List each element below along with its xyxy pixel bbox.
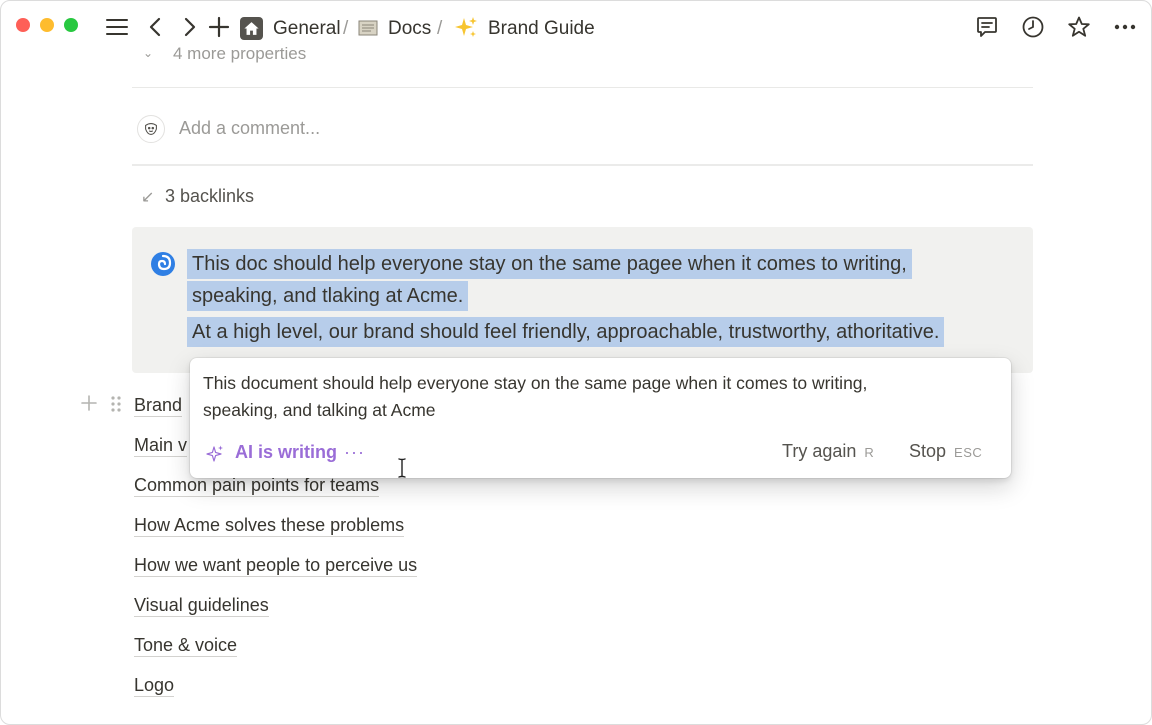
stop-button[interactable]: Stop ESC — [909, 441, 982, 462]
ai-writing-popup: This document should help everyone stay … — [190, 358, 1011, 478]
try-again-button[interactable]: Try again R — [782, 441, 874, 462]
list-item-link[interactable]: Main v — [134, 434, 188, 457]
star-icon[interactable] — [1067, 15, 1091, 39]
clock-icon[interactable] — [1021, 15, 1045, 39]
chevron-right-icon[interactable] — [177, 15, 201, 39]
breadcrumb-general[interactable]: General — [273, 18, 341, 40]
more-properties-label: 4 more properties — [173, 44, 307, 63]
sparkles-icon — [454, 16, 478, 40]
more-horizontal-icon[interactable] — [1113, 15, 1137, 39]
arrow-down-left-icon: ↙ — [141, 189, 155, 206]
plus-icon[interactable] — [207, 15, 231, 39]
comment-input[interactable]: Add a comment... — [179, 118, 320, 139]
ai-suggestion-line: speaking, and talking at Acme — [203, 400, 436, 420]
backlinks-label: 3 backlinks — [165, 186, 255, 206]
more-properties-toggle[interactable]: ⌄ 4 more properties — [131, 41, 431, 63]
list-item-link[interactable]: Visual guidelines — [134, 594, 269, 617]
backlinks-toggle[interactable]: ↙ 3 backlinks — [141, 186, 254, 207]
chevron-left-icon[interactable] — [144, 15, 168, 39]
callout-text-line[interactable]: At a high level, our brand should feel f… — [187, 317, 945, 347]
text-cursor-icon — [397, 457, 407, 479]
ai-suggestion-line: This document should help everyone stay … — [203, 373, 868, 393]
list-item-link[interactable]: Tone & voice — [134, 634, 238, 657]
ai-sparkle-icon — [205, 444, 225, 464]
stop-shortcut: ESC — [954, 445, 983, 460]
add-block-icon[interactable] — [80, 393, 98, 413]
list-item-link[interactable]: How Acme solves these problems — [134, 514, 405, 537]
ai-status-label: AI is writing — [235, 442, 338, 462]
app-window: General / Docs / Brand Guide ⌄ 4 more pr… — [0, 0, 1152, 725]
drag-handle-icon[interactable] — [109, 394, 123, 414]
list-item-link[interactable]: Brand — [134, 394, 183, 417]
breadcrumb-separator: / — [437, 18, 443, 39]
scroll-document-icon — [357, 18, 379, 38]
callout-text-line[interactable]: speaking, and tlaking at Acme. — [187, 281, 469, 311]
list-item-link[interactable]: Logo — [134, 674, 175, 697]
close-window-button[interactable] — [16, 18, 30, 32]
chevron-down-icon: ⌄ — [143, 46, 154, 60]
stop-label: Stop — [909, 441, 947, 461]
avatar — [137, 115, 165, 143]
callout-text-line[interactable]: This doc should help everyone stay on th… — [187, 249, 912, 279]
list-item-link[interactable]: How we want people to perceive us — [134, 554, 418, 577]
comment-icon[interactable] — [975, 15, 999, 39]
cyclone-icon[interactable] — [150, 251, 176, 277]
breadcrumb-brand-guide[interactable]: Brand Guide — [488, 18, 595, 40]
minimize-window-button[interactable] — [40, 18, 54, 32]
ai-progress-dots: ··· — [344, 442, 365, 462]
breadcrumb-separator: / — [343, 18, 349, 39]
breadcrumb-docs[interactable]: Docs — [388, 18, 431, 40]
menu-icon[interactable] — [105, 15, 129, 39]
home-icon[interactable] — [240, 17, 263, 40]
properties-divider — [132, 87, 1033, 88]
try-again-label: Try again — [782, 441, 857, 461]
try-again-shortcut: R — [864, 445, 875, 460]
comments-divider — [132, 164, 1033, 166]
zoom-window-button[interactable] — [64, 18, 78, 32]
ai-suggestion-text: This document should help everyone stay … — [203, 370, 993, 424]
